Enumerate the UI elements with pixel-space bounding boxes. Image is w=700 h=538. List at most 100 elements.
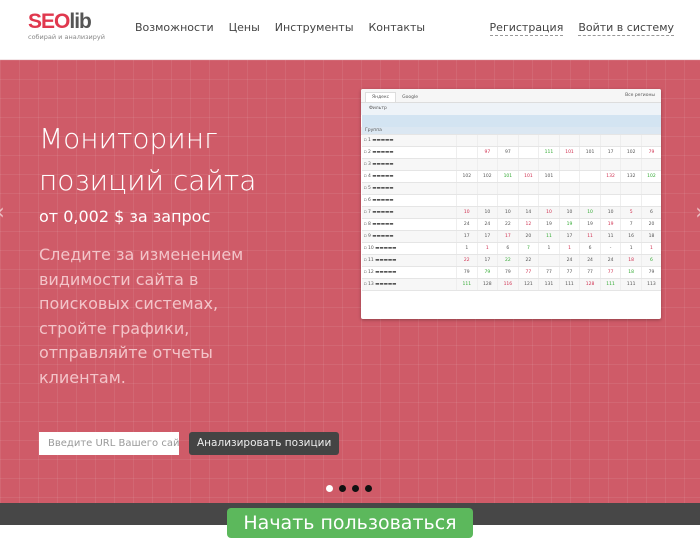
region-select: Все регионы: [625, 93, 655, 98]
position-cell: [476, 158, 498, 171]
position-cell: [579, 182, 601, 195]
position-cell: 7: [620, 218, 642, 231]
position-cell: 7: [517, 242, 539, 255]
nav-contacts[interactable]: Контакты: [369, 21, 426, 34]
logo[interactable]: SEOlib собирай и анализируй: [28, 11, 105, 41]
position-cell: 111: [599, 278, 621, 291]
table-row: ▫ 8 ▬▬▬▬▬ 24 24 22 12 19 19 19 19 7 20: [361, 218, 661, 231]
keyword-cell: ▫ 6 ▬▬▬▬▬: [361, 194, 457, 207]
position-cell: 19: [558, 218, 580, 231]
toolbar: Фильтр: [361, 103, 661, 115]
position-cell: 101: [497, 170, 519, 183]
position-cell: 79: [640, 146, 661, 159]
table-row: ▫ 3 ▬▬▬▬▬: [361, 158, 661, 171]
prev-slide-arrow-icon[interactable]: ‹: [0, 200, 5, 225]
keyword-cell: ▫ 1 ▬▬▬▬▬: [361, 134, 457, 147]
slide-dot-4[interactable]: [365, 485, 372, 492]
nav-features[interactable]: Возможности: [135, 21, 214, 34]
slide-dot-2[interactable]: [339, 485, 346, 492]
position-cell: 24: [599, 254, 621, 267]
position-cell: 16: [620, 230, 642, 243]
next-slide-arrow-icon[interactable]: ›: [695, 200, 700, 225]
position-cell: [579, 170, 601, 183]
table-row: ▫ 10 ▬▬▬▬▬ 1 1 6 7 1 1 6-1 1: [361, 242, 661, 255]
position-cell: 6: [497, 242, 519, 255]
position-cell: 128: [579, 278, 601, 291]
table-row: ▫ 7 ▬▬▬▬▬ 10 10 10 14 10 10 10 10 5 6: [361, 206, 661, 219]
position-cell: 77: [517, 266, 539, 279]
nav-tools[interactable]: Инструменты: [275, 21, 354, 34]
position-cell: 131: [538, 278, 560, 291]
position-cell: [599, 194, 621, 207]
start-button[interactable]: Начать пользоваться: [227, 508, 473, 538]
position-cell: [538, 254, 560, 267]
table-row: ▫ 6 ▬▬▬▬▬: [361, 194, 661, 207]
position-cell: 1: [456, 242, 478, 255]
keyword-cell: ▫ 4 ▬▬▬▬▬: [361, 170, 457, 183]
position-cell: -: [599, 242, 621, 255]
position-cell: 22: [517, 254, 539, 267]
position-cell: [558, 158, 580, 171]
position-cell: 111: [620, 278, 642, 291]
table-row: ▫ 2 ▬▬▬▬▬ 97 97 111 101 101 17 102 79: [361, 146, 661, 159]
position-cell: 19: [579, 218, 601, 231]
register-link[interactable]: Регистрация: [489, 21, 564, 36]
position-cell: [579, 134, 601, 147]
hero-slider: ‹ › Мониторингпозиций сайта от 0,002 $ з…: [0, 60, 700, 503]
position-cell: 24: [456, 218, 478, 231]
position-cell: 6: [640, 254, 661, 267]
position-cell: [599, 182, 621, 195]
position-cell: [640, 158, 661, 171]
position-cell: 22: [497, 254, 519, 267]
position-cell: 24: [558, 254, 580, 267]
position-cell: 101: [538, 170, 560, 183]
position-cell: 22: [456, 254, 478, 267]
position-cell: 10: [558, 206, 580, 219]
position-cell: 79: [497, 266, 519, 279]
keyword-cell: ▫ 3 ▬▬▬▬▬: [361, 158, 457, 171]
hero-price: от 0,002 $ за запрос: [39, 207, 211, 226]
url-input[interactable]: Введите URL Вашего сайта: [39, 432, 179, 455]
table-row: ▫ 9 ▬▬▬▬▬ 17 17 17 20 11 17 11 11 16 18: [361, 230, 661, 243]
position-cell: 77: [538, 266, 560, 279]
app-screenshot: Яндекс Google Все регионы Фильтр Группа ▫…: [361, 89, 661, 319]
position-cell: 20: [517, 230, 539, 243]
position-cell: 6: [579, 242, 601, 255]
position-cell: 102: [620, 146, 642, 159]
position-cell: 132: [599, 170, 621, 183]
position-cell: [620, 158, 642, 171]
position-cell: [456, 134, 478, 147]
nav-prices[interactable]: Цены: [229, 21, 260, 34]
position-cell: [640, 134, 661, 147]
slide-dot-1[interactable]: [326, 485, 333, 492]
slide-dot-3[interactable]: [352, 485, 359, 492]
position-cell: 10: [599, 206, 621, 219]
group-row: Группа: [361, 127, 661, 135]
login-link[interactable]: Войти в систему: [578, 21, 674, 36]
position-cell: 79: [640, 266, 661, 279]
position-cell: 121: [517, 278, 539, 291]
position-cell: [456, 182, 478, 195]
position-cell: 17: [476, 230, 498, 243]
hero-description: Следите за изменением видимости сайта в …: [39, 245, 244, 387]
position-cell: 77: [579, 266, 601, 279]
position-cell: [497, 194, 519, 207]
position-cell: 6: [640, 206, 661, 219]
position-cell: 111: [538, 146, 560, 159]
main-nav: Возможности Цены Инструменты Контакты: [135, 21, 425, 34]
position-cell: 17: [558, 230, 580, 243]
position-cell: [538, 158, 560, 171]
position-cell: 1: [476, 242, 498, 255]
position-cell: 10: [497, 206, 519, 219]
position-cell: [497, 182, 519, 195]
position-cell: [476, 134, 498, 147]
position-cell: 77: [558, 266, 580, 279]
keyword-cell: ▫ 7 ▬▬▬▬▬: [361, 206, 457, 219]
tab-yandex: Яндекс: [365, 92, 397, 102]
table-row: ▫ 1 ▬▬▬▬▬: [361, 134, 661, 147]
position-cell: 1: [558, 242, 580, 255]
position-cell: 1: [620, 242, 642, 255]
position-cell: 17: [456, 230, 478, 243]
analyze-button[interactable]: Анализировать позиции: [189, 432, 340, 455]
position-cell: [538, 182, 560, 195]
